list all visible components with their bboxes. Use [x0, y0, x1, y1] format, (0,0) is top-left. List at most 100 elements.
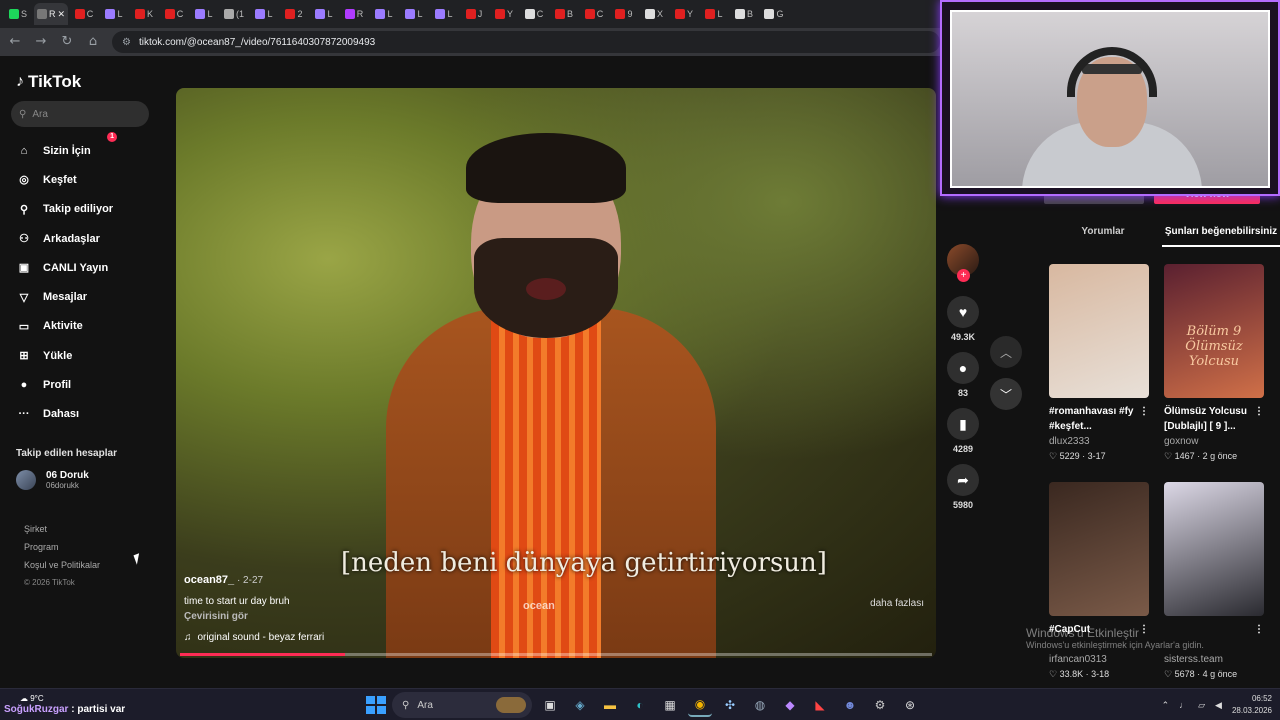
browser-tab[interactable]: 2: [280, 3, 308, 25]
more-options-icon[interactable]: ⋮: [1139, 404, 1149, 434]
chevron-up-icon[interactable]: ︿: [990, 336, 1022, 368]
sidebar-item[interactable]: ⌂ Sizin İçin: [15, 136, 113, 165]
steam-icon[interactable]: ◍: [748, 693, 772, 717]
more-options-icon[interactable]: ⋮: [1254, 622, 1264, 652]
launcher-icon[interactable]: ◆: [778, 693, 802, 717]
weather-widget[interactable]: ☁ 9°C: [20, 694, 44, 703]
browser-tab[interactable]: Y: [490, 3, 518, 25]
taskbar-search[interactable]: ⚲ Ara: [392, 692, 532, 718]
discord-icon[interactable]: ☻: [838, 693, 862, 717]
sidebar-item[interactable]: ▽ Mesajlar: [15, 282, 113, 311]
browser-tab[interactable]: L: [700, 3, 728, 25]
sidebar-item[interactable]: ▣ CANLI Yayın: [15, 253, 113, 282]
widgets-icon[interactable]: ◈: [568, 693, 592, 717]
translate-link[interactable]: Çevirisini gör: [184, 611, 324, 622]
browser-tab[interactable]: C: [160, 3, 188, 25]
video-thumbnail[interactable]: [1049, 482, 1149, 616]
footer-terms-link[interactable]: Koşul ve Politikalar: [24, 556, 100, 574]
browser-tab[interactable]: C: [580, 3, 608, 25]
volume-icon[interactable]: ◀: [1215, 700, 1222, 711]
browser-tab[interactable]: J: [460, 3, 488, 25]
browser-tab[interactable]: G: [760, 3, 788, 25]
more-link[interactable]: daha fazlası: [870, 598, 924, 609]
browser-tab[interactable]: X: [640, 3, 668, 25]
reload-icon[interactable]: ↻: [60, 35, 74, 49]
forward-icon[interactable]: →: [34, 35, 48, 49]
video-progress-bar[interactable]: [180, 653, 932, 656]
tiktok-logo[interactable]: ♪ TikTok: [16, 72, 81, 92]
clock[interactable]: 06:52 28.03.2026: [1232, 693, 1272, 717]
back-icon[interactable]: ←: [8, 35, 22, 49]
chevron-up-icon[interactable]: ⌃: [1162, 700, 1170, 711]
video-thumbnail[interactable]: [1049, 264, 1149, 398]
browser-tab[interactable]: L: [250, 3, 278, 25]
share-icon[interactable]: ➦: [947, 464, 979, 496]
browser-tab[interactable]: C: [70, 3, 98, 25]
browser-tab[interactable]: L: [430, 3, 458, 25]
browser-tab[interactable]: B: [730, 3, 758, 25]
sidebar-item[interactable]: ◎ Keşfet: [15, 165, 113, 194]
video-thumbnail[interactable]: Bölüm 9 Ölümsüz Yolcusu: [1164, 264, 1264, 398]
store-icon[interactable]: ▦: [658, 693, 682, 717]
footer-company-link[interactable]: Şirket: [24, 520, 100, 538]
browser-tab[interactable]: (1: [220, 3, 248, 25]
browser-tab[interactable]: L: [400, 3, 428, 25]
card-user[interactable]: irfancan0313: [1049, 654, 1149, 665]
browser-tab[interactable]: K: [130, 3, 158, 25]
sidebar-item[interactable]: ● Profil: [15, 370, 113, 399]
home-icon[interactable]: ⌂: [86, 35, 100, 49]
video-sound[interactable]: ♫ original sound - beyaz ferrari: [184, 632, 324, 643]
search-input[interactable]: ⚲ Ara: [11, 101, 149, 127]
browser-tab[interactable]: B: [550, 3, 578, 25]
chevron-down-icon[interactable]: ﹀: [990, 378, 1022, 410]
sidebar-item[interactable]: ··· Dahası: [15, 400, 113, 429]
suggested-video-card[interactable]: #CapCut ⋮ irfancan0313 ♡ 33.8K · 3-18: [1049, 482, 1149, 692]
suggested-video-card[interactable]: Bölüm 9 Ölümsüz Yolcusu Ölümsüz Yolcusu […: [1164, 264, 1264, 474]
edge-icon[interactable]: ◐: [628, 693, 652, 717]
address-bar[interactable]: ⚙ tiktok.com/@ocean87_/video/76116403078…: [112, 31, 940, 53]
site-info-icon[interactable]: ⚙: [122, 37, 131, 48]
comment-icon[interactable]: ●: [947, 352, 979, 384]
sidebar-item[interactable]: ⚇ Arkadaşlar: [15, 224, 113, 253]
followed-account[interactable]: 06 Doruk 06dorukk: [16, 470, 89, 490]
obs-icon[interactable]: ⊛: [898, 693, 922, 717]
video-player[interactable]: [neden beni dünyaya getirtiriyorsun] oce…: [176, 88, 936, 658]
card-user[interactable]: goxnow: [1164, 436, 1264, 447]
browser-tab[interactable]: R: [340, 3, 368, 25]
suggested-video-card[interactable]: ⋮ sisterss.team ♡ 5678 · 4 g önce: [1164, 482, 1264, 692]
settings-icon[interactable]: ⚙: [868, 693, 892, 717]
suggested-video-card[interactable]: #romanhavası #fy #keşfet... ⋮ dlux2333 ♡ 52…: [1049, 264, 1149, 474]
task-view-icon[interactable]: ▣: [538, 693, 562, 717]
more-options-icon[interactable]: ⋮: [1254, 404, 1264, 434]
video-author[interactable]: ocean87_: [184, 574, 234, 586]
follow-plus-icon[interactable]: +: [957, 269, 970, 282]
sidebar-item[interactable]: ⊞ Yükle: [15, 341, 113, 370]
bookmark-icon[interactable]: ▮: [947, 408, 979, 440]
tab-comments[interactable]: Yorumlar: [1044, 226, 1162, 247]
heart-icon[interactable]: ♥: [947, 296, 979, 328]
video-thumbnail[interactable]: [1164, 482, 1264, 616]
network-icon[interactable]: ▱: [1198, 700, 1205, 711]
creator-avatar[interactable]: +: [947, 244, 979, 282]
start-icon[interactable]: [364, 694, 386, 716]
chrome-icon[interactable]: ◉: [688, 693, 712, 717]
footer-program-link[interactable]: Program: [24, 538, 100, 556]
capcut-icon[interactable]: ◣: [808, 693, 832, 717]
tab-suggestions[interactable]: Şunları beğenebilirsiniz: [1162, 226, 1280, 247]
card-user[interactable]: sisterss.team: [1164, 654, 1264, 665]
sidebar-item[interactable]: ▭ 1 Aktivite: [15, 132, 118, 341]
browser-tab[interactable]: L: [190, 3, 218, 25]
browser-tab[interactable]: 9: [610, 3, 638, 25]
browser-tab[interactable]: L: [370, 3, 398, 25]
sidebar-item[interactable]: ⚲ Takip ediliyor: [15, 195, 113, 224]
browser-tab[interactable]: L: [100, 3, 128, 25]
card-user[interactable]: dlux2333: [1049, 436, 1149, 447]
close-tab-icon[interactable]: ✕: [57, 9, 65, 20]
browser-tab[interactable]: S: [4, 3, 32, 25]
browser-tab[interactable]: R ✕: [34, 3, 68, 25]
browser-tab[interactable]: L: [310, 3, 338, 25]
browser-tab[interactable]: C: [520, 3, 548, 25]
file-explorer-icon[interactable]: ▬: [598, 693, 622, 717]
browser-tab[interactable]: Y: [670, 3, 698, 25]
microphone-icon[interactable]: ♩: [1179, 700, 1188, 710]
